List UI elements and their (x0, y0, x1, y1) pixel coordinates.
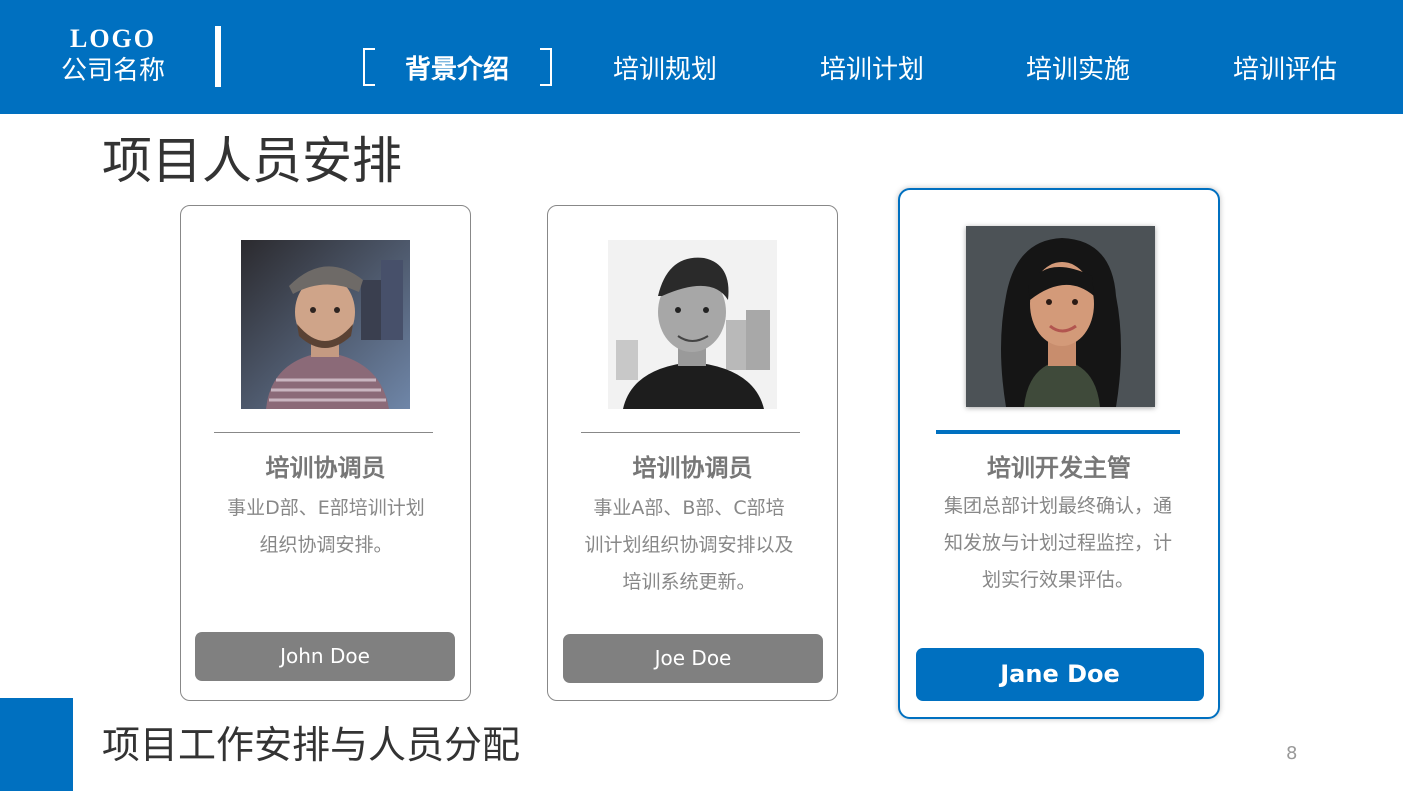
company-name: 公司名称 (60, 56, 165, 86)
nav-item-training-evaluation[interactable]: 培训评估 (1233, 52, 1337, 88)
nav-item-training-plan[interactable]: 培训计划 (820, 52, 924, 88)
staff-card-jane[interactable]: 培训开发主管 集团总部计划最终确认，通知发放与计划过程监控，计划实行效果评估。 … (898, 188, 1220, 719)
header-bar: LOGO 公司名称 背景介绍 培训规划 培训计划 培训实施 培训评估 (0, 0, 1403, 114)
company-logo[interactable]: LOGO 公司名称 (50, 24, 176, 88)
avatar-photo-joe (608, 240, 777, 409)
role-title: 培训协调员 (632, 454, 753, 482)
nav-item-training-planning[interactable]: 培训规划 (613, 52, 717, 88)
name-button-jane-doe[interactable]: Jane Doe (916, 648, 1204, 701)
role-title: 培训协调员 (265, 454, 386, 482)
role-title: 培训开发主管 (987, 454, 1131, 482)
section-title: 项目人员安排 (102, 132, 402, 190)
avatar-photo-jane (966, 226, 1155, 407)
role-description: 事业A部、B部、C部培训计划组织协调安排以及培训系统更新。 (584, 497, 794, 593)
footer-title: 项目工作安排与人员分配 (102, 723, 521, 767)
nav-item-background[interactable]: 背景介绍 (405, 52, 509, 88)
staff-card-joe[interactable]: 培训协调员 事业A部、B部、C部培训计划组织协调安排以及培训系统更新。 Joe … (547, 205, 838, 701)
active-nav-bracket-left (363, 48, 375, 86)
logo-text: LOGO (69, 24, 156, 53)
staff-card-john[interactable]: 培训协调员 事业D部、E部培训计划组织协调安排。 John Doe (180, 205, 471, 701)
card-divider-accent (936, 430, 1180, 434)
footer-accent-block (0, 698, 73, 791)
name-button-joe-doe[interactable]: Joe Doe (563, 634, 823, 683)
role-description: 集团总部计划最终确认，通知发放与计划过程监控，计划实行效果评估。 (943, 495, 1172, 591)
card-divider (581, 432, 800, 433)
role-description: 事业D部、E部培训计划组织协调安排。 (227, 497, 425, 556)
active-nav-bracket-right (540, 48, 552, 86)
nav-item-training-implementation[interactable]: 培训实施 (1026, 52, 1130, 88)
name-button-john-doe[interactable]: John Doe (195, 632, 455, 681)
page-number: 8 (1286, 743, 1298, 764)
card-divider (214, 432, 433, 433)
header-divider (215, 26, 221, 87)
avatar-photo-john (241, 240, 410, 409)
